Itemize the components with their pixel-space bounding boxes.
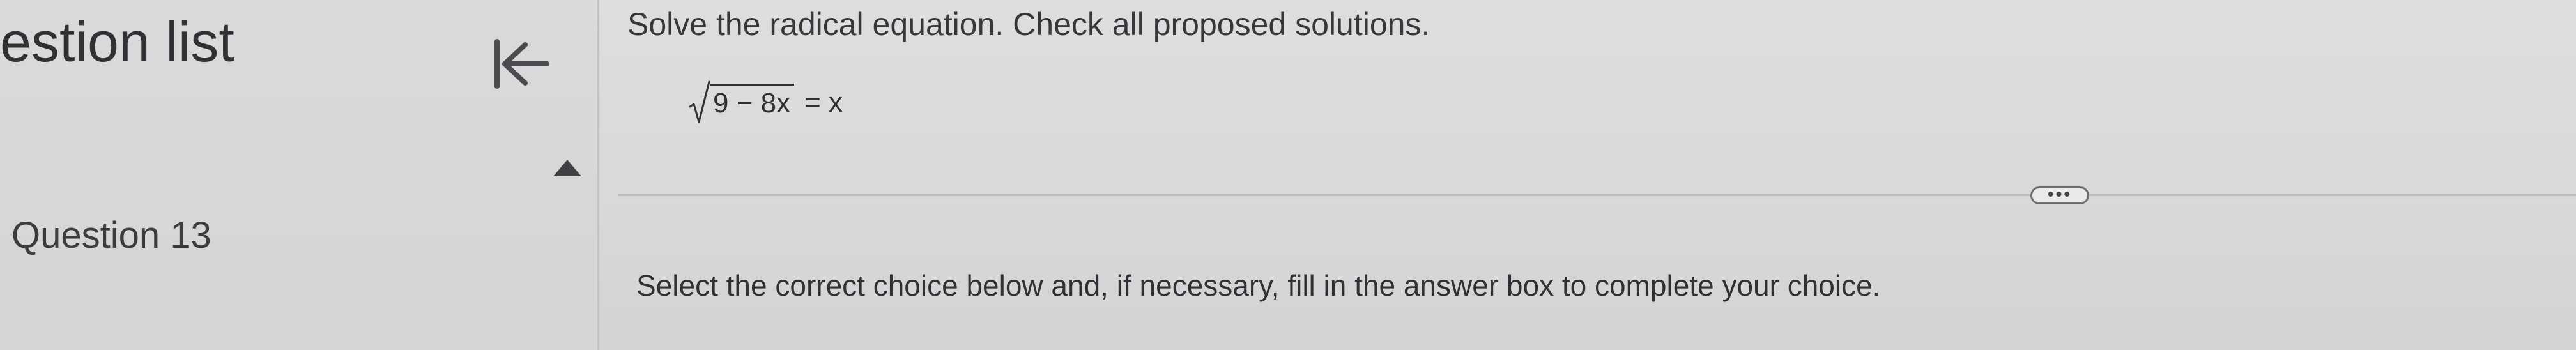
question-list-title: estion list — [0, 10, 234, 73]
radicand: 9 − 8x — [710, 84, 795, 118]
scroll-up-icon[interactable] — [553, 160, 581, 176]
question-list-sidebar: estion list Question 13 — [0, 0, 599, 350]
sidebar-item-question-13[interactable]: Question 13 — [12, 217, 211, 254]
equation-right-side: = x — [804, 86, 843, 118]
answer-instruction: Select the correct choice below and, if … — [636, 269, 1881, 302]
radical-equation: 9 − 8x = x — [689, 75, 843, 130]
collapse-sidebar-button[interactable] — [486, 29, 556, 99]
question-content: Solve the radical equation. Check all pr… — [599, 0, 2576, 350]
more-options-button[interactable]: ••• — [2030, 185, 2089, 204]
page: estion list Question 13 Solve the radica… — [0, 0, 2576, 350]
section-divider — [618, 194, 2576, 196]
problem-instruction: Solve the radical equation. Check all pr… — [627, 6, 1430, 42]
square-root-icon — [689, 80, 710, 123]
collapse-left-icon — [494, 39, 549, 89]
